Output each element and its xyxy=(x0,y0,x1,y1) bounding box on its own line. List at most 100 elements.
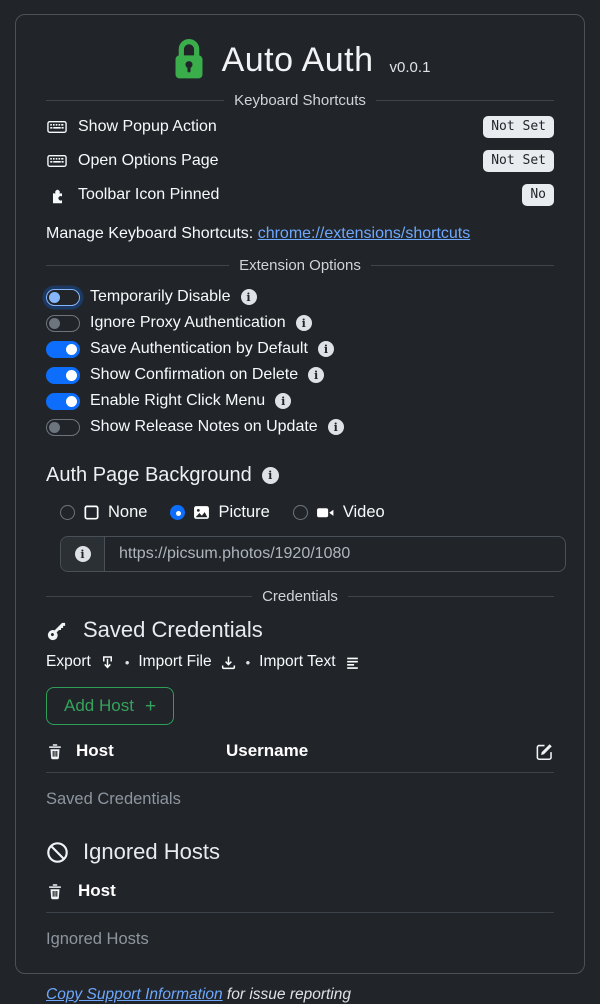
app-header: Auto Auth v0.0.1 xyxy=(46,37,554,83)
radio-label: None xyxy=(108,503,147,522)
toggle-row-confirm-delete: Show Confirmation on Delete i xyxy=(46,362,554,388)
username-column-header: Username xyxy=(226,741,528,761)
credentials-tools: Export • Import File • Import xyxy=(46,653,554,671)
radio-label: Video xyxy=(343,503,385,522)
export-label: Export xyxy=(46,653,91,671)
saved-credentials-empty-text: Saved Credentials xyxy=(46,790,554,809)
toggle-switch[interactable] xyxy=(46,393,80,410)
toggle-label: Ignore Proxy Authentication xyxy=(90,314,286,332)
auth-background-title: Auth Page Background xyxy=(46,464,252,487)
host-column-header: Host xyxy=(76,741,226,761)
trash-icon[interactable] xyxy=(46,742,76,761)
app-version: v0.0.1 xyxy=(390,59,431,76)
toggle-row-ignore-proxy: Ignore Proxy Authentication i xyxy=(46,310,554,336)
background-url-input[interactable] xyxy=(105,537,565,571)
picture-icon xyxy=(193,504,210,521)
info-icon[interactable]: i xyxy=(275,393,291,409)
toggle-switch[interactable] xyxy=(46,367,80,384)
ignored-hosts-title: Ignored Hosts xyxy=(83,839,220,865)
radio-picture[interactable]: Picture xyxy=(170,503,269,522)
toggle-label: Show Release Notes on Update xyxy=(90,418,318,436)
keyboard-shortcuts-legend: Keyboard Shortcuts xyxy=(234,92,366,109)
app-title: Auto Auth xyxy=(222,41,374,80)
edit-icon[interactable] xyxy=(535,742,554,761)
separator-dot: • xyxy=(246,655,251,670)
info-icon[interactable]: i xyxy=(75,546,91,562)
extension-options-legend: Extension Options xyxy=(239,257,361,274)
info-icon[interactable]: i xyxy=(296,315,312,331)
saved-credentials-title: Saved Credentials xyxy=(83,617,263,643)
shortcut-row-pinned: Toolbar Icon Pinned No xyxy=(46,179,554,211)
separator-dot: • xyxy=(125,655,130,670)
credentials-legend: Credentials xyxy=(262,588,338,605)
support-footer: Copy Support Information for issue repor… xyxy=(46,986,554,1004)
shortcut-row-popup: Show Popup Action Not Set xyxy=(46,111,554,143)
toggle-switch[interactable] xyxy=(46,341,80,358)
background-url-group: i xyxy=(60,536,566,572)
saved-credentials-heading: Saved Credentials xyxy=(46,617,554,643)
manage-shortcuts-link[interactable]: chrome://extensions/shortcuts xyxy=(258,225,471,242)
video-camera-icon xyxy=(316,504,335,521)
ignored-hosts-heading: Ignored Hosts xyxy=(46,839,554,865)
keyboard-icon xyxy=(46,117,68,137)
plus-icon: + xyxy=(145,697,156,716)
toggle-label: Show Confirmation on Delete xyxy=(90,366,298,384)
import-text-button[interactable]: Import Text xyxy=(259,653,360,671)
radio-circle[interactable] xyxy=(60,505,75,520)
trash-icon[interactable] xyxy=(46,882,64,901)
download-icon xyxy=(220,654,237,671)
key-icon xyxy=(46,619,69,642)
shortcut-badge: Not Set xyxy=(483,150,554,172)
add-host-button[interactable]: Add Host + xyxy=(46,687,174,725)
shortcut-label: Toolbar Icon Pinned xyxy=(78,186,219,204)
export-icon xyxy=(99,654,116,671)
text-lines-icon xyxy=(344,654,361,671)
credentials-divider: Credentials xyxy=(46,588,554,605)
support-footer-text: for issue reporting xyxy=(223,986,351,1003)
shortcut-badge: No xyxy=(522,184,554,206)
url-info-addon: i xyxy=(61,537,105,571)
radio-circle[interactable] xyxy=(293,505,308,520)
extension-options-list: Temporarily Disable i Ignore Proxy Authe… xyxy=(46,284,554,440)
info-icon[interactable]: i xyxy=(262,467,279,484)
import-text-label: Import Text xyxy=(259,653,335,671)
radio-none[interactable]: None xyxy=(60,503,147,522)
puzzle-icon xyxy=(46,186,68,205)
copy-support-info-link[interactable]: Copy Support Information xyxy=(46,986,223,1003)
shortcut-label: Show Popup Action xyxy=(78,118,217,136)
ignored-hosts-empty-text: Ignored Hosts xyxy=(46,930,554,949)
toggle-switch[interactable] xyxy=(46,289,80,306)
toggle-switch[interactable] xyxy=(46,419,80,436)
ignored-hosts-table-header: Host xyxy=(46,881,554,913)
radio-video[interactable]: Video xyxy=(293,503,385,522)
ban-icon xyxy=(46,841,69,864)
toggle-label: Enable Right Click Menu xyxy=(90,392,265,410)
lock-icon xyxy=(170,37,208,83)
square-outline-icon xyxy=(83,504,100,521)
info-icon[interactable]: i xyxy=(241,289,257,305)
toggle-row-temporarily-disable: Temporarily Disable i xyxy=(46,284,554,310)
manage-shortcuts: Manage Keyboard Shortcuts: chrome://exte… xyxy=(46,225,554,243)
shortcut-row-options: Open Options Page Not Set xyxy=(46,145,554,177)
background-type-radios: None Picture Video xyxy=(60,503,554,522)
shortcut-badge: Not Set xyxy=(483,116,554,138)
keyboard-icon xyxy=(46,151,68,171)
radio-circle[interactable] xyxy=(170,505,185,520)
import-file-button[interactable]: Import File xyxy=(138,653,236,671)
info-icon[interactable]: i xyxy=(308,367,324,383)
info-icon[interactable]: i xyxy=(328,419,344,435)
saved-credentials-table-header: Host Username xyxy=(46,741,554,773)
shortcut-label: Open Options Page xyxy=(78,152,219,170)
host-column-header: Host xyxy=(78,881,116,901)
export-button[interactable]: Export xyxy=(46,653,116,671)
auth-background-heading: Auth Page Background i xyxy=(46,464,554,487)
toggle-row-save-auth: Save Authentication by Default i xyxy=(46,336,554,362)
extension-options-divider: Extension Options xyxy=(46,257,554,274)
toggle-row-release-notes: Show Release Notes on Update i xyxy=(46,414,554,440)
toggle-switch[interactable] xyxy=(46,315,80,332)
add-host-label: Add Host xyxy=(64,696,134,716)
options-card: Auto Auth v0.0.1 Keyboard Shortcuts Show… xyxy=(15,14,585,974)
info-icon[interactable]: i xyxy=(318,341,334,357)
keyboard-shortcuts-divider: Keyboard Shortcuts xyxy=(46,92,554,109)
toggle-row-right-click: Enable Right Click Menu i xyxy=(46,388,554,414)
